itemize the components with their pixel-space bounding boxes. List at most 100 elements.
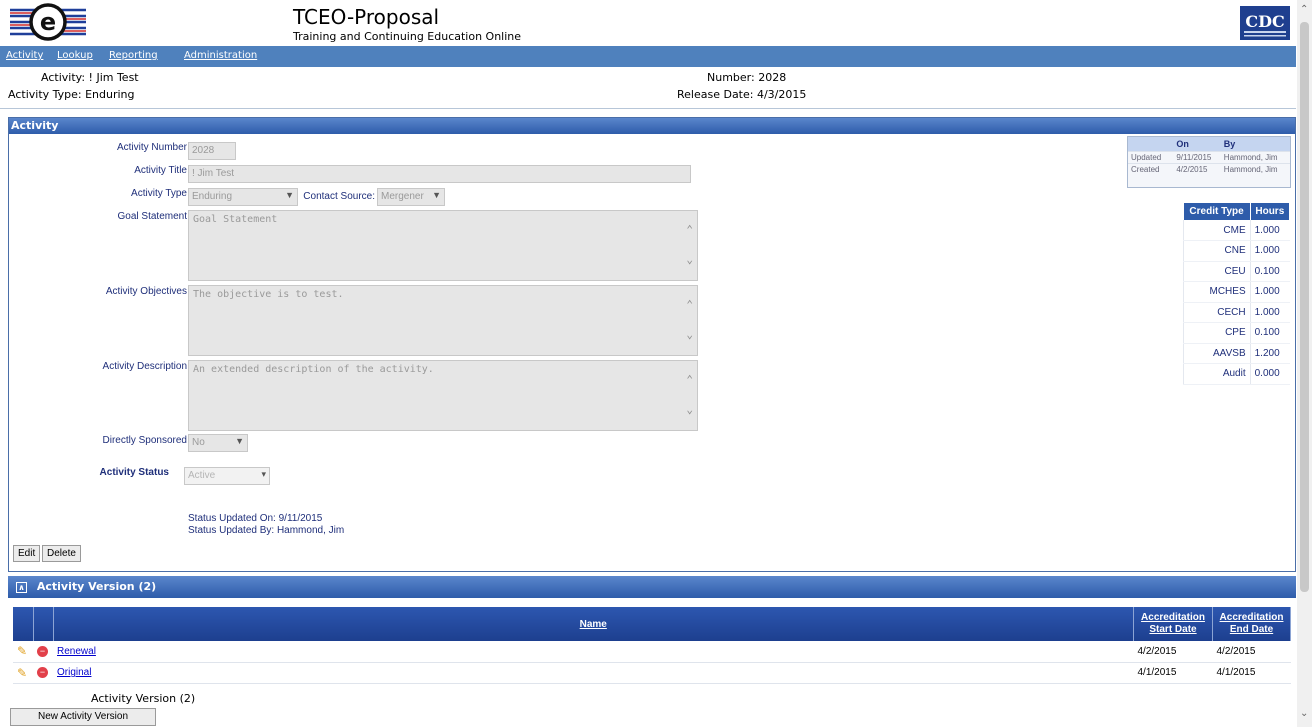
activity-title-label: Activity Title <box>134 165 187 176</box>
credit-row: CEU 0.100 <box>1183 261 1290 282</box>
new-activity-version-button[interactable]: New Activity Version <box>10 708 156 726</box>
scroll-up-icon[interactable]: ⌃ <box>686 298 693 311</box>
col-name[interactable]: Name <box>53 607 1134 641</box>
table-row: ✎ − Original 4/1/2015 4/1/2015 <box>13 662 1291 684</box>
activity-title-field[interactable]: ! Jim Test <box>188 165 691 183</box>
version-start-date: 4/2/2015 <box>1133 641 1213 663</box>
credit-hours: 0.100 <box>1249 261 1290 282</box>
activity-type-select[interactable]: Enduring ▼ <box>188 188 298 206</box>
version-name-link[interactable]: Renewal <box>57 646 96 657</box>
edit-button[interactable]: Edit <box>13 545 41 562</box>
audit-row: Updated 9/11/2015 Hammond, Jim <box>1128 151 1290 164</box>
audit-row-on: 9/11/2015 <box>1173 151 1221 164</box>
credit-type: CNE <box>1183 240 1251 262</box>
activity-status-label: Activity Status <box>99 467 169 478</box>
activity-objectives-value: The objective is to test. <box>193 289 344 300</box>
scroll-down-icon[interactable]: ⌄ <box>1300 708 1308 719</box>
credit-type: CECH <box>1183 302 1251 323</box>
version-end-date: 4/1/2015 <box>1212 662 1291 684</box>
audit-row: Created 4/2/2015 Hammond, Jim <box>1128 163 1290 175</box>
credit-row: AAVSB 1.200 <box>1183 343 1290 364</box>
activity-version-table: Name Accreditation Start Date Accreditati… <box>13 607 1291 684</box>
scroll-up-icon[interactable]: ⌃ <box>686 223 693 236</box>
goal-statement-label: Goal Statement <box>117 211 187 222</box>
credit-row: CECH 1.000 <box>1183 302 1290 323</box>
activity-number-label: Activity Number <box>116 142 187 153</box>
edit-pencil-icon[interactable]: ✎ <box>13 662 33 684</box>
scroll-down-icon[interactable]: ⌄ <box>686 328 693 341</box>
contact-source-select[interactable]: Mergener ▼ <box>377 188 445 206</box>
credit-hours: 1.000 <box>1249 281 1290 303</box>
delete-icon[interactable]: − <box>33 662 53 684</box>
status-updated-on: Status Updated On: 9/11/2015 <box>188 513 323 524</box>
activity-description-label: Activity Description <box>102 361 187 372</box>
activity-number-field[interactable]: 2028 <box>188 142 236 160</box>
col-accreditation-end-date[interactable]: Accreditation End Date <box>1212 607 1291 641</box>
directly-sponsored-select[interactable]: No ▼ <box>188 434 248 452</box>
credit-type: AAVSB <box>1183 343 1251 364</box>
credit-hours: 1.000 <box>1249 302 1290 323</box>
scrollbar-thumb[interactable] <box>1300 22 1309 592</box>
activity-type-label: Activity Type <box>131 188 187 199</box>
audit-row-label: Created <box>1128 163 1174 175</box>
summary-release-date: Release Date: 4/3/2015 <box>677 88 807 101</box>
activity-objectives-textarea[interactable]: The objective is to test. ⌃ ⌄ <box>188 285 698 356</box>
audit-row-on: 4/2/2015 <box>1173 163 1221 175</box>
activity-type-value: Enduring <box>192 191 233 202</box>
credit-hours: 1.000 <box>1249 240 1290 262</box>
version-start-date: 4/1/2015 <box>1133 662 1213 684</box>
scroll-up-icon[interactable]: ⌃ <box>686 373 693 386</box>
credit-row: CNE 1.000 <box>1183 240 1290 262</box>
activity-panel-title: Activity <box>9 118 1295 134</box>
activity-status-select[interactable]: Active ▾ <box>184 467 270 485</box>
audit-row-by: Hammond, Jim <box>1220 151 1290 164</box>
activity-status-value: Active <box>188 470 216 481</box>
contact-source-label: Contact Source: <box>303 191 375 202</box>
audit-row-by: Hammond, Jim <box>1220 163 1290 175</box>
summary-activity-type: Activity Type: Enduring <box>8 88 135 101</box>
svg-text:e: e <box>40 8 56 36</box>
nav-item-reporting[interactable]: Reporting <box>109 50 158 61</box>
status-updated-by: Status Updated By: Hammond, Jim <box>188 525 345 536</box>
svg-text:CDC: CDC <box>1245 12 1284 31</box>
credit-type: CPE <box>1183 322 1251 344</box>
version-name-link[interactable]: Original <box>57 667 91 678</box>
page: e TCEO-Proposal Training and Continuing … <box>0 0 1296 727</box>
nav-item-administration[interactable]: Administration <box>184 50 257 61</box>
activity-panel: Activity Activity Number 2028 Activity T… <box>8 117 1296 572</box>
goal-statement-textarea[interactable]: Goal Statement ⌃ ⌄ <box>188 210 698 281</box>
delete-button[interactable]: Delete <box>42 545 81 562</box>
nav-item-lookup[interactable]: Lookup <box>57 50 93 61</box>
edit-pencil-icon[interactable]: ✎ <box>13 641 33 663</box>
credit-type: MCHES <box>1183 281 1251 303</box>
main-nav: Activity Lookup Reporting Administration <box>0 46 1296 67</box>
contact-source-value: Mergener <box>381 191 424 202</box>
app-title: TCEO-Proposal <box>293 5 440 29</box>
app-subtitle: Training and Continuing Education Online <box>293 30 522 43</box>
credit-row: CME 1.000 <box>1183 220 1290 241</box>
delete-icon[interactable]: − <box>33 641 53 663</box>
collapse-icon[interactable]: ∧ <box>16 582 27 593</box>
credit-hours: 0.100 <box>1249 322 1290 344</box>
version-end-date: 4/2/2015 <box>1212 641 1291 663</box>
cdc-logo: CDC <box>1238 4 1292 42</box>
chevron-down-icon: ▼ <box>235 436 244 446</box>
credit-hours: 0.000 <box>1249 363 1290 385</box>
scroll-up-icon[interactable]: ⌃ <box>1300 4 1308 15</box>
activity-description-value: An extended description of the activity. <box>193 364 434 375</box>
activity-version-count: Activity Version (2) <box>91 692 196 705</box>
col-accreditation-start-date[interactable]: Accreditation Start Date <box>1133 607 1213 641</box>
activity-description-textarea[interactable]: An extended description of the activity.… <box>188 360 698 431</box>
activity-version-title: Activity Version (2) <box>36 580 157 593</box>
activity-version-header[interactable]: ∧ Activity Version (2) <box>8 576 1296 598</box>
credit-hours: 1.200 <box>1249 343 1290 364</box>
credit-row: MCHES 1.000 <box>1183 281 1290 303</box>
audit-table: On By Updated 9/11/2015 Hammond, Jim Cre… <box>1127 136 1291 188</box>
audit-col-by: By <box>1220 137 1290 152</box>
credit-col-type: Credit Type <box>1183 203 1251 220</box>
scroll-down-icon[interactable]: ⌄ <box>686 253 693 266</box>
nav-item-activity[interactable]: Activity <box>6 50 43 61</box>
scroll-down-icon[interactable]: ⌄ <box>686 403 693 416</box>
page-scrollbar[interactable]: ⌃ ⌄ <box>1297 0 1312 727</box>
chevron-down-icon: ▼ <box>285 190 294 200</box>
